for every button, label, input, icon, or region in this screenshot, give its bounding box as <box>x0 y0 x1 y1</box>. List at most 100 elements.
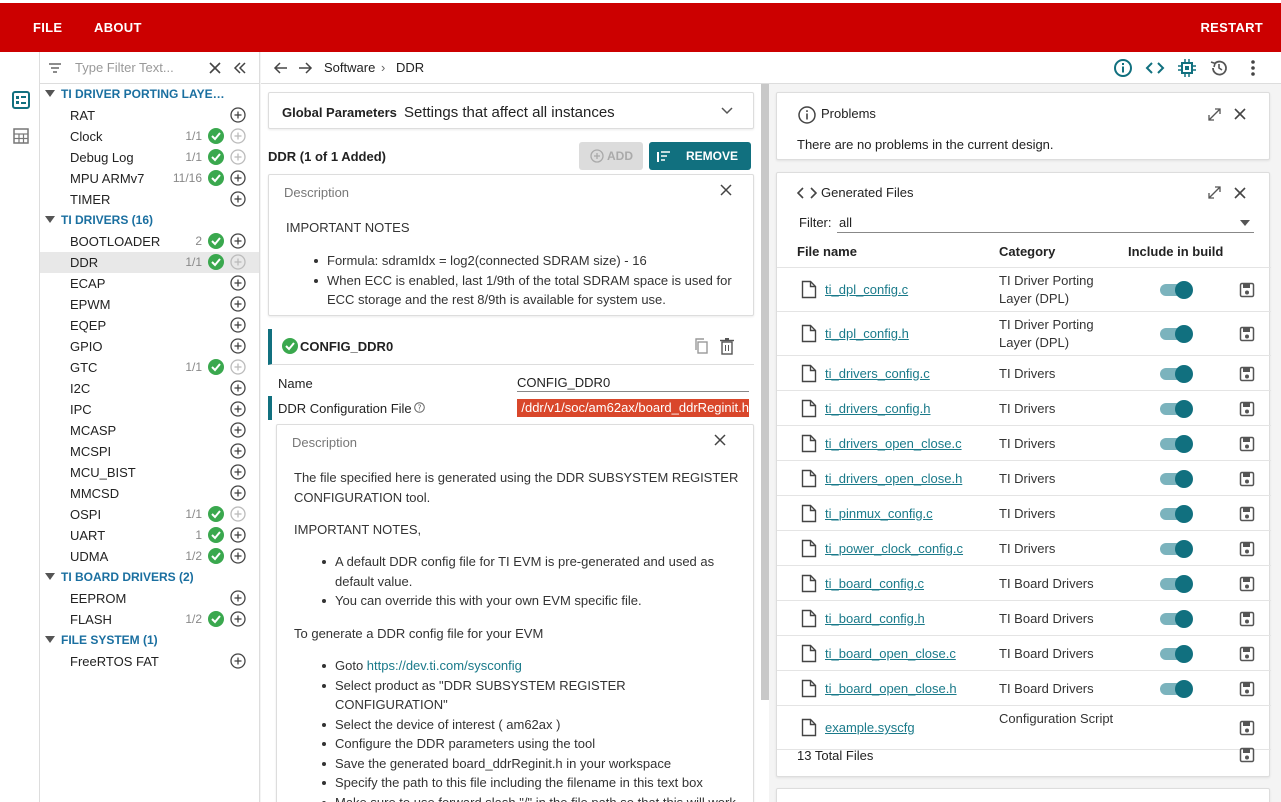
file-name-link[interactable]: ti_dpl_config.h <box>825 326 909 341</box>
include-in-build-toggle[interactable] <box>1160 325 1193 343</box>
save-file-icon[interactable] <box>1239 471 1255 487</box>
add-instance-icon[interactable] <box>230 485 246 501</box>
tree-item[interactable]: MMCSD <box>40 483 259 504</box>
tree-item[interactable]: I2C <box>40 378 259 399</box>
file-name-link[interactable]: ti_drivers_open_close.c <box>825 436 962 451</box>
about-menu[interactable]: ABOUT <box>94 20 142 35</box>
global-parameters-bar[interactable]: Global Parameters Settings that affect a… <box>268 92 754 129</box>
instance-header[interactable]: CONFIG_DDR0 <box>268 329 754 365</box>
chip-icon[interactable] <box>1177 58 1197 78</box>
add-instance-icon[interactable] <box>230 590 246 606</box>
file-name-link[interactable]: ti_board_open_close.c <box>825 646 956 661</box>
include-in-build-toggle[interactable] <box>1160 539 1193 558</box>
add-instance-icon[interactable] <box>230 338 246 354</box>
tree-group[interactable]: FILE SYSTEM (1) <box>40 630 259 651</box>
include-in-build-toggle[interactable] <box>1160 679 1193 698</box>
expand-icon[interactable] <box>1207 185 1222 200</box>
include-in-build-toggle[interactable] <box>1160 399 1193 418</box>
include-in-build-toggle[interactable] <box>1160 364 1193 383</box>
file-name-link[interactable]: ti_board_config.h <box>825 611 925 626</box>
save-file-icon[interactable] <box>1239 326 1255 342</box>
tree-item[interactable]: MCU_BIST <box>40 462 259 483</box>
save-file-icon[interactable] <box>1239 541 1255 557</box>
file-name-link[interactable]: ti_pinmux_config.c <box>825 506 933 521</box>
tree-item[interactable]: EQEP <box>40 315 259 336</box>
caret-down-icon[interactable] <box>45 90 55 98</box>
add-instance-icon[interactable] <box>230 401 246 417</box>
calculator-icon[interactable] <box>11 126 31 146</box>
include-in-build-toggle[interactable] <box>1160 504 1193 523</box>
save-file-icon[interactable] <box>1239 366 1255 382</box>
tree-item[interactable]: EPWM <box>40 294 259 315</box>
middle-scrollbar[interactable] <box>761 84 769 700</box>
configuration-view-icon[interactable] <box>11 90 31 110</box>
forward-arrow-icon[interactable] <box>297 60 313 76</box>
include-in-build-toggle[interactable] <box>1160 281 1193 299</box>
filter-input[interactable] <box>75 60 205 75</box>
file-name-link[interactable]: ti_power_clock_config.c <box>825 541 963 556</box>
tree-item[interactable]: Clock 1/1 <box>40 126 259 147</box>
expand-icon[interactable] <box>1207 107 1222 122</box>
file-name-link[interactable]: ti_drivers_config.h <box>825 401 931 416</box>
file-name-link[interactable]: ti_board_config.c <box>825 576 924 591</box>
include-in-build-toggle[interactable] <box>1160 574 1193 593</box>
include-in-build-toggle[interactable] <box>1160 469 1193 488</box>
add-instance-icon[interactable] <box>230 527 246 543</box>
add-instance-icon[interactable] <box>230 422 246 438</box>
save-file-icon[interactable] <box>1239 282 1255 298</box>
tree-item[interactable]: RAT <box>40 105 259 126</box>
tree-item[interactable]: UDMA 1/2 <box>40 546 259 567</box>
save-file-icon[interactable] <box>1239 401 1255 417</box>
tree-item[interactable]: EEPROM <box>40 588 259 609</box>
add-instance-icon[interactable] <box>230 548 246 564</box>
help-question-icon[interactable]: ? <box>414 402 425 413</box>
add-instance-icon[interactable] <box>230 233 246 249</box>
close-icon[interactable] <box>1233 186 1247 200</box>
tree-item[interactable]: FLASH 1/2 <box>40 609 259 630</box>
close-description-icon[interactable] <box>713 433 727 447</box>
add-instance-icon[interactable] <box>230 170 246 186</box>
tree-item[interactable]: GTC 1/1 <box>40 357 259 378</box>
file-name-link[interactable]: ti_dpl_config.c <box>825 282 908 297</box>
more-options-icon[interactable] <box>1243 58 1263 78</box>
file-name-link[interactable]: ti_board_open_close.h <box>825 681 957 696</box>
copy-icon[interactable] <box>692 337 710 355</box>
tree-item[interactable]: UART 1 <box>40 525 259 546</box>
include-in-build-toggle[interactable] <box>1160 609 1193 628</box>
close-icon[interactable] <box>1233 107 1247 121</box>
tree-item[interactable]: DDR 1/1 <box>40 252 259 273</box>
save-file-icon[interactable] <box>1239 720 1255 736</box>
code-view-icon[interactable] <box>1145 58 1165 78</box>
add-instance-icon[interactable] <box>230 653 246 669</box>
ddr-config-file-field[interactable]: /ddr/v1/soc/am62ax/board_ddrReginit.h <box>517 399 749 417</box>
add-instance-icon[interactable] <box>230 464 246 480</box>
include-in-build-toggle[interactable] <box>1160 434 1193 453</box>
tree-item[interactable]: FreeRTOS FAT <box>40 651 259 672</box>
add-instance-icon[interactable] <box>230 275 246 291</box>
caret-down-icon[interactable] <box>45 636 55 644</box>
name-field[interactable]: CONFIG_DDR0 <box>517 375 749 392</box>
save-all-icon[interactable] <box>1239 747 1255 763</box>
add-instance-icon[interactable] <box>230 191 246 207</box>
add-instance-icon[interactable] <box>230 317 246 333</box>
tree-item[interactable]: TIMER <box>40 189 259 210</box>
save-file-icon[interactable] <box>1239 611 1255 627</box>
tree-item[interactable]: MCASP <box>40 420 259 441</box>
save-file-icon[interactable] <box>1239 506 1255 522</box>
tree-item[interactable]: OSPI 1/1 <box>40 504 259 525</box>
add-instance-icon[interactable] <box>230 296 246 312</box>
file-name-link[interactable]: example.syscfg <box>825 720 915 735</box>
file-name-link[interactable]: ti_drivers_config.c <box>825 366 930 381</box>
save-file-icon[interactable] <box>1239 436 1255 452</box>
tree-item[interactable]: GPIO <box>40 336 259 357</box>
restart-button[interactable]: RESTART <box>1200 20 1263 35</box>
back-arrow-icon[interactable] <box>273 60 289 76</box>
tree-item[interactable]: BOOTLOADER 2 <box>40 231 259 252</box>
tree-item[interactable]: IPC <box>40 399 259 420</box>
file-filter-select[interactable]: all <box>837 213 1254 233</box>
collapse-panel-icon[interactable] <box>233 61 247 75</box>
caret-down-icon[interactable] <box>45 216 55 224</box>
add-button[interactable]: ADD <box>579 142 643 170</box>
tree-item[interactable]: MPU ARMv7 11/16 <box>40 168 259 189</box>
info-icon[interactable] <box>1113 58 1133 78</box>
